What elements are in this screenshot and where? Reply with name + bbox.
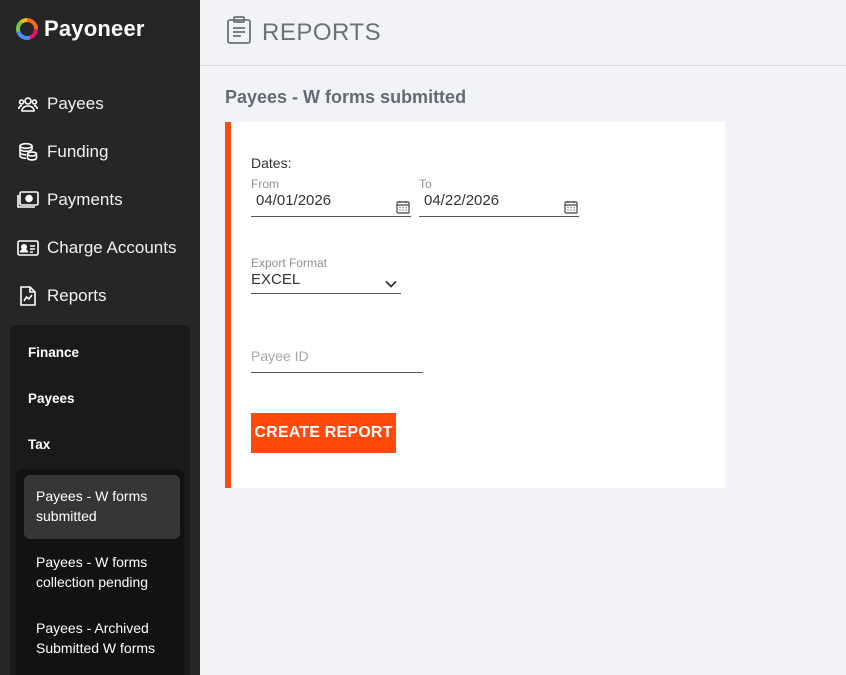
page-header: REPORTS — [200, 0, 846, 66]
nav-item-payments[interactable]: Payments — [0, 176, 200, 224]
nav-item-payees[interactable]: Payees — [0, 80, 200, 128]
id-card-icon — [17, 237, 39, 259]
submenu-item-finance[interactable]: Finance — [10, 329, 190, 375]
nav-item-charge-accounts[interactable]: Charge Accounts — [0, 224, 200, 272]
reports-submenu: Finance Payees Tax Payees - W forms subm… — [10, 325, 190, 675]
calendar-icon[interactable] — [396, 200, 410, 219]
calendar-icon[interactable] — [564, 200, 578, 219]
dates-label: Dates: — [251, 155, 292, 171]
nav-item-label: Payees — [47, 94, 104, 113]
from-date-value: 04/01/2026 — [256, 192, 332, 209]
clipboard-icon — [226, 16, 252, 49]
export-format-label: Export Format — [251, 256, 328, 270]
export-format-select[interactable]: Export Format EXCEL — [251, 256, 401, 294]
header-title: REPORTS — [262, 18, 382, 46]
payoneer-logo[interactable]: Payoneer — [16, 16, 145, 42]
nav-item-label: Reports — [47, 286, 107, 305]
nav-item-label: Payments — [47, 190, 123, 209]
to-date-value: 04/22/2026 — [424, 192, 500, 209]
nav-item-funding[interactable]: Funding — [0, 128, 200, 176]
to-date-field[interactable]: To 04/22/2026 — [419, 177, 579, 217]
payee-id-input[interactable] — [251, 343, 423, 364]
nav-item-label: Charge Accounts — [47, 238, 177, 257]
report-file-icon — [17, 285, 39, 307]
sidebar: Payoneer Payees Funding Payments Charge … — [0, 0, 200, 675]
nav-item-label: Funding — [47, 142, 109, 161]
people-icon — [17, 93, 39, 115]
main-nav: Payees Funding Payments Charge Accounts … — [0, 80, 200, 320]
submenu-item-tax[interactable]: Tax — [10, 421, 190, 467]
payoneer-ring-icon — [16, 18, 38, 40]
tax-link-archived-submitted-w-forms[interactable]: Payees - Archived Submitted W forms — [24, 607, 180, 671]
tax-link-w-forms-collection-pending[interactable]: Payees - W forms collection pending — [24, 541, 180, 605]
from-label: From — [251, 177, 279, 191]
export-format-value: EXCEL — [251, 271, 301, 288]
coins-icon — [17, 141, 39, 163]
submenu-item-payees[interactable]: Payees — [10, 375, 190, 421]
nav-item-reports[interactable]: Reports — [0, 272, 200, 320]
tax-reports-group: Payees - W forms submitted Payees - W fo… — [16, 469, 184, 675]
brand-name: Payoneer — [44, 16, 145, 41]
payee-id-field — [251, 343, 423, 373]
tax-link-w-forms-submitted[interactable]: Payees - W forms submitted — [24, 475, 180, 539]
report-form-card: Dates: From 04/01/2026 To 04/22/2026 Exp… — [225, 122, 725, 488]
chevron-down-icon — [385, 275, 397, 293]
cash-icon — [17, 189, 39, 211]
create-report-button[interactable]: CREATE REPORT — [251, 413, 396, 453]
from-date-field[interactable]: From 04/01/2026 — [251, 177, 411, 217]
to-label: To — [419, 177, 432, 191]
page-title: Payees - W forms submitted — [225, 87, 467, 107]
